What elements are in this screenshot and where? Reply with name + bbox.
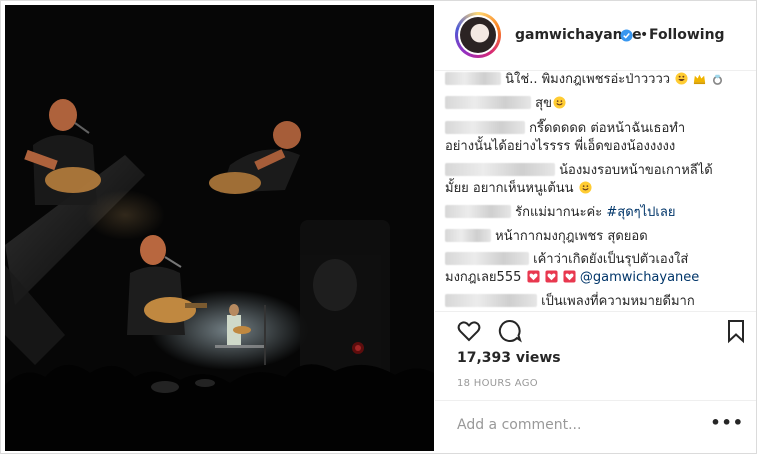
comment-item: นิใช่.. พิมงกฎเพชรอ่ะป่าวววว: [445, 71, 745, 89]
comment-item: กรี๊ดดดดด ต่อหน้าฉันเธอทำ อย่างนั้นได้อย…: [445, 120, 745, 156]
heart-emoji-icon: [526, 270, 540, 283]
grinning-emoji-icon: [675, 72, 688, 85]
add-comment-input[interactable]: Add a comment...: [457, 417, 581, 433]
comment-text: สุข: [535, 96, 552, 111]
post-window: gamwichayanee • Following นิใช่.. พิมงกฎ…: [0, 0, 757, 454]
mention-link[interactable]: @gamwichayanee: [580, 270, 699, 285]
comment-item: น้องมงรอบหน้าขอเกาหลีได้ มั้ยย อยากเห็นห…: [445, 162, 745, 198]
comment-text-line2: มงกฎเลย555: [445, 270, 522, 285]
blurred-username: [445, 72, 501, 85]
blurred-username: [445, 252, 529, 265]
smiling-emoji-icon: [553, 96, 566, 109]
heart-emoji-icon: [563, 270, 576, 283]
separator-dot: •: [640, 27, 649, 43]
bookmark-icon[interactable]: [723, 318, 749, 344]
post-photo[interactable]: [5, 5, 434, 451]
comment-item: หน้ากากมงกุฎเพชร สุดยอด: [445, 228, 745, 246]
hashtag-link[interactable]: #สุดๆไปเลย: [606, 205, 675, 220]
following-button[interactable]: Following: [649, 27, 725, 43]
blurred-username: [445, 96, 531, 109]
like-heart-icon[interactable]: [456, 318, 482, 344]
comment-list[interactable]: นิใช่.. พิมงกฎเพชรอ่ะป่าวววว สุข กรี๊ดดด…: [435, 65, 756, 310]
post-header: gamwichayanee • Following: [435, 1, 756, 71]
view-count[interactable]: 17,393 views: [457, 350, 561, 366]
blurred-username: [445, 294, 537, 307]
comment-bubble-icon[interactable]: [497, 318, 523, 344]
blurred-username: [445, 121, 525, 134]
blurred-username: [445, 163, 555, 176]
comment-item: รักแม่มากนะค่ะ #สุดๆไปเลย: [445, 204, 745, 222]
comment-text-line2: อย่างนั้นได้อย่างไรรรร พี่เอ็ดของน้องงงง…: [445, 139, 676, 154]
comment-text: เค้าว่าเกิดยังเป็นรุปตัวเองใส่: [533, 252, 689, 267]
more-options-icon[interactable]: •••: [710, 413, 744, 432]
crown-emoji-icon: [694, 74, 706, 85]
comment-text: หน้ากากมงกุฎเพชร สุดยอด: [495, 229, 648, 244]
concert-photo-image: [5, 5, 434, 451]
post-timestamp[interactable]: 18 HOURS AGO: [457, 378, 538, 389]
comment-item: เป็นเพลงที่ความหมายดีมาก: [445, 293, 745, 310]
comment-text: นิใช่.. พิมงกฎเพชรอ่ะป่าวววว: [505, 72, 671, 87]
post-panel: gamwichayanee • Following นิใช่.. พิมงกฎ…: [435, 1, 756, 453]
comment-text: น้องมงรอบหน้าขอเกาหลีได้: [559, 163, 713, 178]
avatar-image: [460, 17, 496, 53]
add-comment-bar: Add a comment... •••: [435, 400, 756, 453]
comment-text: เป็นเพลงที่ความหมายดีมาก: [541, 294, 695, 309]
comment-text: กรี๊ดดดดด ต่อหน้าฉันเธอทำ: [529, 121, 686, 136]
comment-text-line2: มั้ยย อยากเห็นหนูเต้นน: [445, 181, 574, 196]
avatar[interactable]: [455, 12, 501, 58]
action-bar: [435, 311, 756, 353]
comment-item: สุข: [445, 95, 745, 113]
comment-item: เค้าว่าเกิดยังเป็นรุปตัวเองใส่ มงกฎเลย55…: [445, 251, 745, 287]
verified-badge-icon: [620, 29, 633, 42]
blurred-username: [445, 229, 491, 242]
avatar-ring: [458, 15, 498, 55]
blurred-username: [445, 205, 511, 218]
ring-emoji-icon: [713, 74, 723, 85]
comment-text: รักแม่มากนะค่ะ: [515, 205, 603, 220]
smiling-emoji-icon: [579, 181, 592, 194]
heart-emoji-icon: [545, 270, 558, 283]
